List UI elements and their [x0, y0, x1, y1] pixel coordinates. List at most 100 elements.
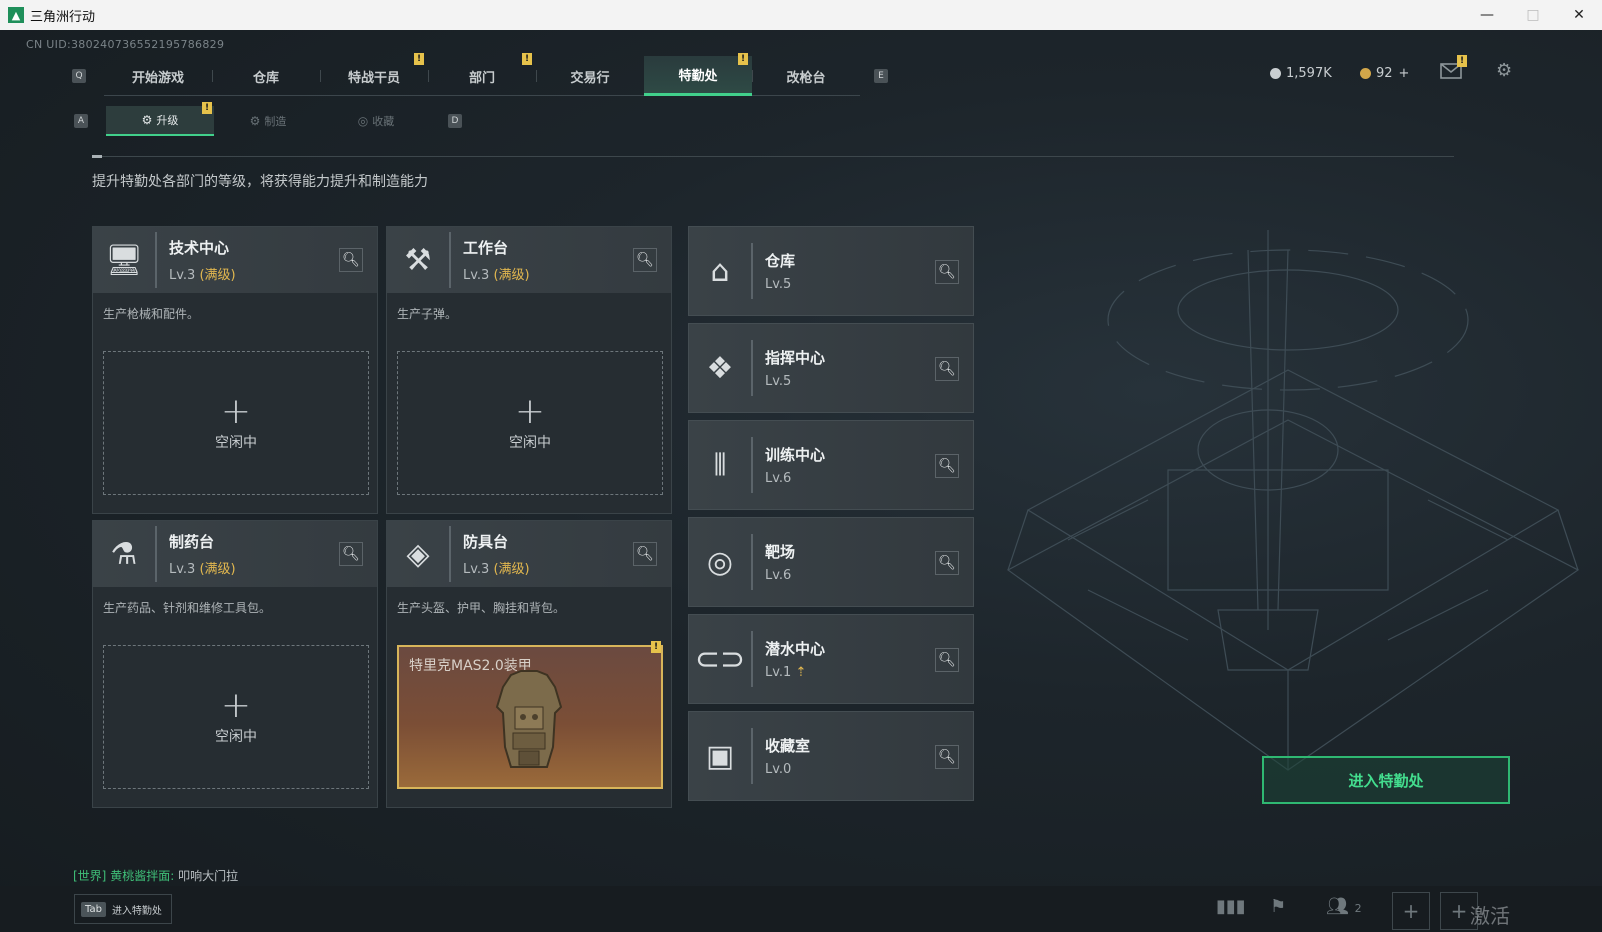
plus-icon: +: [1450, 899, 1468, 923]
card-title: 潜水中心: [765, 640, 826, 658]
inspect-button[interactable]: 🔍︎: [935, 648, 959, 672]
flag-button[interactable]: ⚑: [1270, 896, 1286, 917]
card-title: 训练中心: [765, 446, 826, 464]
tab-warehouse[interactable]: 仓库: [212, 56, 320, 96]
production-slot[interactable]: + 空闲中: [397, 351, 663, 495]
inspect-button[interactable]: 🔍︎: [339, 248, 363, 272]
production-slot-item[interactable]: 特里克MAS2.0装甲 !: [397, 641, 663, 789]
facility-collection-room: ▣ 收藏室 Lv.0 🔍︎: [688, 711, 974, 801]
tab-start-game[interactable]: 开始游戏: [104, 56, 212, 96]
silver-coin-icon: [1270, 68, 1281, 79]
diving-mask-icon: ⊂⊃: [689, 631, 753, 687]
tab-trading[interactable]: 交易行: [536, 56, 644, 96]
card-title: 防具台: [463, 533, 509, 551]
plus-icon: +: [220, 685, 252, 726]
search-icon: 🔍︎: [636, 546, 654, 562]
facility-training-center: ⫴ 训练中心 Lv.6 🔍︎: [688, 420, 974, 510]
card-level: Lv.5: [765, 277, 792, 292]
tab-special-ops[interactable]: 特勤处!: [644, 53, 752, 96]
alert-badge: !: [414, 53, 424, 65]
card-title: 靶场: [765, 543, 796, 561]
card-title: 收藏室: [765, 737, 811, 755]
mail-button[interactable]: !: [1440, 55, 1467, 84]
slot-status: 空闲中: [215, 435, 257, 451]
inspect-button[interactable]: 🔍︎: [935, 454, 959, 478]
card-header: 🖥 技术中心 Lv.3 (满级) 🔍︎: [93, 227, 377, 293]
tab-department[interactable]: 部门!: [428, 53, 536, 96]
collection-icon: ◎: [357, 114, 369, 128]
gear-icon: ⚙: [1496, 60, 1513, 81]
plus-icon: +: [220, 391, 252, 432]
friends-count: 2: [1354, 902, 1362, 915]
chat-user: 黄桃酱拌面:: [110, 869, 175, 883]
maximize-button[interactable]: □: [1510, 0, 1556, 30]
section-divider: [92, 155, 1454, 158]
tab-upgrade[interactable]: ⚙ 升级 !: [106, 102, 214, 136]
slot-status: 空闲中: [215, 729, 257, 745]
window-title: 三角洲行动: [30, 9, 96, 25]
minimize-button[interactable]: —: [1464, 0, 1510, 30]
window-titlebar: ▲ 三角洲行动 — □ ✕: [0, 0, 1602, 30]
inspect-button[interactable]: 🔍︎: [935, 745, 959, 769]
enter-special-ops-button[interactable]: 进入特勤处: [1262, 756, 1510, 804]
command-emblem-icon: ❖: [689, 340, 753, 396]
settings-button[interactable]: ⚙: [1496, 60, 1512, 81]
inspect-button[interactable]: 🔍︎: [935, 260, 959, 284]
facility-diving-center: ⊂⊃ 潜水中心 Lv.1 ⇡ 🔍︎: [688, 614, 974, 704]
tab-hint-label: 进入特勤处: [111, 905, 162, 917]
inspect-button[interactable]: 🔍︎: [935, 357, 959, 381]
game-viewport: CN UID:380240736552195786829 Q 开始游戏 仓库 特…: [0, 30, 1602, 932]
subnav-prev-key[interactable]: A: [74, 114, 88, 128]
stats-button[interactable]: ▮▮▮: [1216, 896, 1246, 917]
search-icon: 🔍︎: [938, 264, 956, 280]
slot-status: 空闲中: [509, 435, 551, 451]
collection-box-icon: ▣: [689, 728, 753, 784]
sub-nav-tabs: ⚙ 升级 ! ⚙ 制造 ◎ 收藏: [106, 102, 430, 136]
search-icon: 🔍︎: [938, 361, 956, 377]
inspect-button[interactable]: 🔍︎: [339, 542, 363, 566]
search-icon: 🔍︎: [342, 546, 360, 562]
add-gold-button[interactable]: +: [1399, 66, 1410, 81]
search-icon: 🔍︎: [938, 652, 956, 668]
production-slot[interactable]: + 空闲中: [103, 645, 369, 789]
dumbbell-icon: ⫴: [689, 437, 753, 493]
tab-shortcut-hint[interactable]: Tab 进入特勤处: [74, 894, 172, 924]
subnav-next-key[interactable]: D: [448, 114, 462, 128]
facility-warehouse: ⌂ 仓库 Lv.5 🔍︎: [688, 226, 974, 316]
tab-craft[interactable]: ⚙ 制造: [214, 106, 322, 136]
tab-gunsmith[interactable]: 改枪台: [752, 56, 860, 96]
nav-next-key[interactable]: E: [874, 69, 888, 83]
chat-message: 叩响大门拉: [178, 869, 239, 883]
inspect-button[interactable]: 🔍︎: [935, 551, 959, 575]
tab-operators[interactable]: 特战干员!: [320, 53, 428, 96]
world-chat-line[interactable]: [世界] 黄桃酱拌面: 叩响大门拉: [73, 867, 238, 884]
tab-collection[interactable]: ◎ 收藏: [322, 106, 430, 136]
computer-icon: 🖥: [93, 232, 157, 288]
friends-button[interactable]: 👥︎ 2: [1326, 896, 1362, 917]
main-nav-tabs: 开始游戏 仓库 特战干员! 部门! 交易行 特勤处! 改枪台: [104, 53, 860, 96]
gold-currency[interactable]: 92 +: [1360, 66, 1409, 81]
upgrade-arrow-icon: ⇡: [795, 665, 807, 680]
alert-badge: !: [1457, 55, 1467, 67]
add-squad-slot-button[interactable]: +: [1392, 892, 1430, 930]
production-slot[interactable]: + 空闲中: [103, 351, 369, 495]
chat-channel: [世界]: [73, 869, 107, 883]
gold-coin-icon: [1360, 68, 1371, 79]
nav-prev-key[interactable]: Q: [72, 69, 86, 83]
tab-key: Tab: [81, 901, 106, 917]
inspect-button[interactable]: 🔍︎: [633, 542, 657, 566]
workshop-card-tech-center: 🖥 技术中心 Lv.3 (满级) 🔍︎ 生产枪械和配件。 + 空闲中: [92, 226, 378, 514]
close-button[interactable]: ✕: [1556, 0, 1602, 30]
page-description: 提升特勤处各部门的等级，将获得能力提升和制造能力: [92, 174, 428, 190]
card-title: 指挥中心: [765, 349, 826, 367]
friends-icon: 👥︎: [1326, 896, 1349, 917]
inspect-button[interactable]: 🔍︎: [633, 248, 657, 272]
microscope-icon: ⚗: [93, 526, 157, 582]
workshop-card-workbench: ⚒ 工作台 Lv.3 (满级) 🔍︎ 生产子弹。 + 空闲中: [386, 226, 672, 514]
plus-icon: +: [514, 391, 546, 432]
card-level: Lv.5: [765, 374, 792, 389]
card-level: Lv.3 (满级): [169, 562, 236, 577]
alert-badge: !: [202, 102, 212, 114]
card-description: 生产枪械和配件。: [103, 307, 200, 321]
search-icon: 🔍︎: [938, 555, 956, 571]
